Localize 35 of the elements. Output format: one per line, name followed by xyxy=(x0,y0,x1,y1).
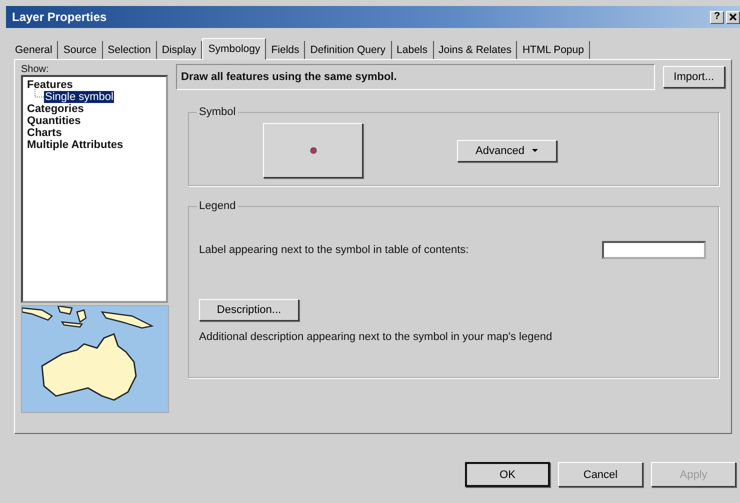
tab[interactable]: Fields xyxy=(266,41,306,59)
tree-item[interactable]: Quantities xyxy=(26,115,82,127)
symbol-preview-button[interactable] xyxy=(263,123,363,178)
label-field[interactable] xyxy=(602,241,706,259)
tab[interactable]: Definition Query xyxy=(305,41,392,59)
advanced-button[interactable]: Advanced xyxy=(457,140,557,162)
tree-connector-icon xyxy=(34,89,44,99)
tab[interactable]: Joins & Relates xyxy=(434,41,518,59)
tree-item[interactable]: Features xyxy=(26,79,74,91)
description-text: Additional description appearing next to the symbol in your map's legend xyxy=(199,331,554,343)
tab[interactable]: Symbology xyxy=(202,38,266,60)
tab[interactable]: HTML Popup xyxy=(517,41,590,59)
help-button[interactable]: ? xyxy=(710,10,724,24)
description-button[interactable]: Description... xyxy=(199,299,299,321)
show-label: Show: xyxy=(21,64,50,75)
close-icon xyxy=(729,13,737,21)
window-title: Layer Properties xyxy=(12,10,107,24)
close-button[interactable] xyxy=(726,10,740,24)
dialog-button[interactable]: OK xyxy=(465,462,550,487)
import-button[interactable]: Import... xyxy=(662,66,725,88)
point-symbol-icon xyxy=(310,147,316,154)
group-title: Legend xyxy=(197,200,238,212)
tab[interactable]: Selection xyxy=(102,41,157,59)
tab[interactable]: Labels xyxy=(392,41,434,59)
label-text: Label appearing next to the symbol in table of contents: xyxy=(199,244,469,256)
tree-item[interactable]: Charts xyxy=(26,127,63,139)
tree-item[interactable]: Categories xyxy=(26,103,85,115)
tab[interactable]: Source xyxy=(58,41,103,59)
caret-icon xyxy=(532,148,538,152)
dialog-button[interactable]: Cancel xyxy=(558,462,643,487)
tree-item[interactable]: Multiple Attributes xyxy=(26,139,124,151)
tree-item[interactable]: Single symbol xyxy=(44,91,114,103)
group-title: Symbol xyxy=(197,106,238,118)
tab[interactable]: General xyxy=(10,41,58,59)
description-header: Draw all features using the same symbol. xyxy=(176,64,655,90)
